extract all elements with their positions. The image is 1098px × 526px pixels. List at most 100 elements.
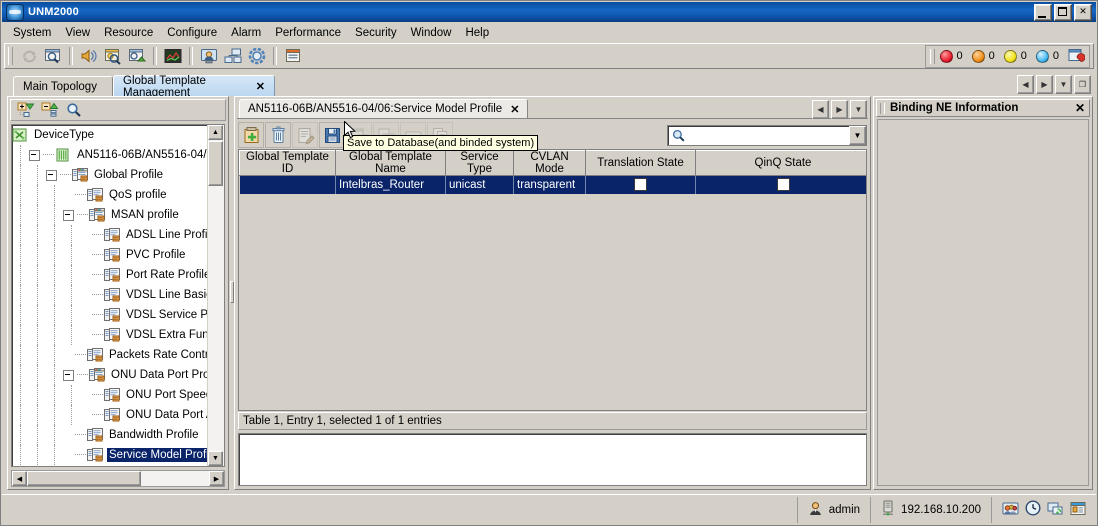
tree-scroll-thumb[interactable] (208, 141, 223, 186)
tree-collapse-toggle[interactable] (29, 149, 40, 161)
network-status-icon[interactable] (1047, 501, 1064, 519)
refresh-icon[interactable] (18, 46, 40, 67)
tree-node[interactable]: VDSL Extra Function (12, 325, 207, 345)
tree-node[interactable]: QoS profile (12, 185, 207, 205)
tab-scroll-right-button[interactable]: ▶ (1036, 75, 1053, 94)
menu-help[interactable]: Help (458, 25, 496, 41)
doc-tab-next-button[interactable]: ▶ (831, 100, 848, 119)
column-header-global-template-id[interactable]: Global Template ID (239, 150, 336, 176)
menu-security[interactable]: Security (348, 25, 404, 41)
log-list-icon[interactable] (1070, 501, 1086, 519)
document-tab-close-icon[interactable]: ✕ (510, 103, 519, 116)
save-to-database-button[interactable] (319, 122, 345, 148)
alarm-statistics-icon[interactable] (1068, 48, 1085, 64)
topology-view-icon[interactable] (162, 46, 184, 67)
tree-collapse-toggle[interactable] (63, 209, 74, 221)
tab-scroll-controls: ◀ ▶ ▼ ❐ (1017, 75, 1091, 94)
tree-node[interactable]: AN5116-06B/AN5516-04/06 (12, 145, 207, 165)
minor-alarm-indicator[interactable]: 0 (1003, 49, 1027, 63)
menu-alarm[interactable]: Alarm (224, 25, 268, 41)
tab-main-topology-label: Main Topology (23, 80, 97, 93)
tab-scroll-left-button[interactable]: ◀ (1017, 75, 1034, 94)
delete-template-button[interactable] (265, 122, 291, 148)
tree-node[interactable]: Port Rate Profile (12, 265, 207, 285)
menu-system[interactable]: System (6, 25, 58, 41)
maximize-button[interactable] (1054, 3, 1072, 21)
menu-configure[interactable]: Configure (160, 25, 224, 41)
search-input[interactable] (688, 125, 849, 145)
tree-node[interactable]: PVC Profile (12, 245, 207, 265)
tree-node[interactable]: DeviceType (12, 125, 207, 145)
major-alarm-indicator[interactable]: 0 (971, 49, 995, 63)
clock-icon[interactable] (1025, 500, 1041, 519)
tree-node[interactable]: Global Profile (12, 165, 207, 185)
document-tab-service-model-profile[interactable]: AN5116-06B/AN5516-04/06:Service Model Pr… (239, 99, 529, 119)
column-header-translation-state[interactable]: Translation State (585, 150, 696, 176)
menu-window[interactable]: Window (404, 25, 459, 41)
tree-hscroll-thumb[interactable] (27, 471, 141, 486)
tree-node[interactable]: VDSL Service Profile (12, 305, 207, 325)
tree-collapse-toggle[interactable] (63, 369, 74, 381)
tab-list-dropdown-button[interactable]: ▼ (1055, 75, 1072, 94)
toolbar-grip (8, 47, 13, 65)
tree-guide (92, 414, 103, 416)
tree-node[interactable]: MSAN profile (12, 205, 207, 225)
translation-state-checkbox[interactable] (634, 178, 647, 192)
tree-node[interactable]: VDSL Line Basic Profi (12, 285, 207, 305)
expand-all-icon[interactable] (16, 101, 36, 119)
tree-node[interactable]: ONU Data Port Attrib (12, 405, 207, 425)
table-row[interactable]: Intelbras_Router unicast transparent (239, 175, 866, 194)
table-header-row: Global Template ID Global Template Name … (239, 150, 866, 176)
column-header-service-type[interactable]: Service Type (445, 150, 514, 176)
search-box[interactable]: ▼ (667, 124, 867, 146)
tree-node[interactable]: ADSL Line Profile (12, 225, 207, 245)
tab-main-topology[interactable]: Main Topology (13, 76, 113, 96)
tree-node[interactable]: Bandwidth Profile (12, 425, 207, 445)
qinq-state-checkbox[interactable] (776, 178, 790, 192)
doc-tab-list-button[interactable]: ▼ (850, 100, 867, 119)
menu-view[interactable]: View (58, 25, 97, 41)
column-header-qinq-state[interactable]: QinQ State (695, 150, 866, 176)
sound-alarm-icon[interactable] (78, 46, 100, 67)
collapse-all-icon[interactable] (40, 101, 60, 119)
tree-scroll-left-button[interactable]: ◀ (12, 471, 27, 486)
menu-resource[interactable]: Resource (97, 25, 160, 41)
alarm-query-icon[interactable] (102, 46, 124, 67)
doc-tab-prev-button[interactable]: ◀ (812, 100, 829, 119)
modify-template-button[interactable] (292, 122, 318, 148)
tree-scroll-right-button[interactable]: ▶ (209, 471, 224, 486)
menu-performance[interactable]: Performance (268, 25, 348, 41)
column-header-cvlan-mode[interactable]: CVLAN Mode (513, 150, 586, 176)
tree-horizontal-scrollbar[interactable]: ◀ ▶ (11, 470, 225, 487)
tree-vertical-scrollbar[interactable]: ▲ ▼ (207, 125, 224, 466)
tree-node[interactable]: ONU Data Port Profile (12, 365, 207, 385)
tab-global-template-management[interactable]: Global Template Management ✕ (113, 75, 275, 99)
report-window-icon[interactable] (282, 46, 304, 67)
minimize-button[interactable] (1034, 3, 1052, 21)
tree-scroll-up-button[interactable]: ▲ (208, 125, 223, 140)
tree-guide (92, 394, 103, 396)
settings-gear-icon[interactable] (246, 46, 268, 67)
column-header-global-template-name[interactable]: Global Template Name (335, 150, 446, 176)
find-node-icon[interactable] (64, 101, 84, 119)
tree-scroll-down-button[interactable]: ▼ (208, 451, 223, 466)
tree-node[interactable]: ONU Port Speed Limi (12, 385, 207, 405)
online-users-icon[interactable] (1002, 501, 1019, 519)
binding-ne-close-icon[interactable]: ✕ (1075, 102, 1085, 114)
search-dropdown-button[interactable]: ▼ (849, 125, 866, 145)
warning-alarm-indicator[interactable]: 0 (1035, 49, 1059, 63)
tree-node[interactable]: Packets Rate Control Pro (12, 345, 207, 365)
minor-alarm-count: 0 (1020, 50, 1027, 62)
user-monitor-icon[interactable] (198, 46, 220, 67)
close-button[interactable]: ✕ (1074, 3, 1092, 21)
network-devices-icon[interactable] (222, 46, 244, 67)
tree-node[interactable]: Service Model Profile (12, 445, 207, 465)
tab-close-icon[interactable]: ✕ (256, 80, 265, 93)
search-topology-icon[interactable] (42, 46, 64, 67)
add-template-button[interactable] (238, 122, 264, 148)
critical-alarm-indicator[interactable]: 0 (939, 49, 963, 63)
tree-collapse-toggle[interactable] (46, 169, 57, 181)
tab-restore-button[interactable]: ❐ (1074, 75, 1091, 94)
minor-alarm-dot (1003, 49, 1017, 63)
alarm-export-icon[interactable] (126, 46, 148, 67)
